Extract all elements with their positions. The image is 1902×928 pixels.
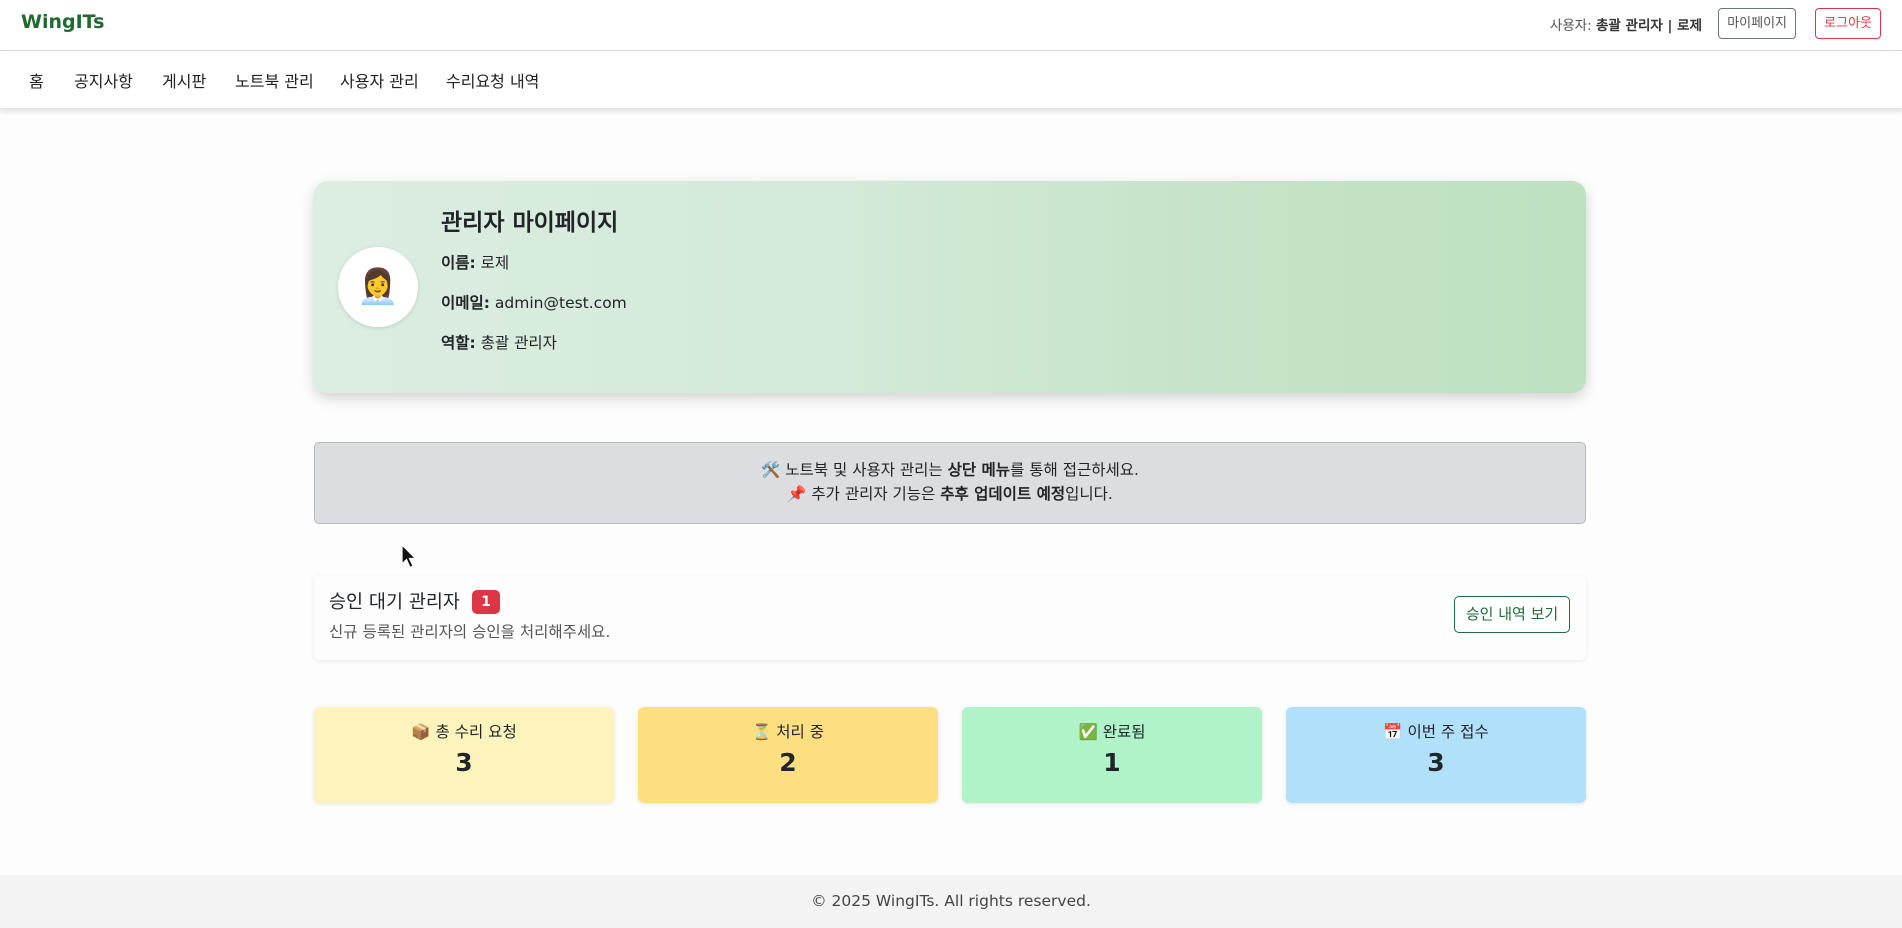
user-info: 사용자: 총괄 관리자 | 로제 (1550, 14, 1702, 34)
package-icon: 📦 (411, 723, 431, 741)
nav-item-repair-history[interactable]: 수리요청 내역 (446, 68, 539, 92)
nav-item-laptop-management[interactable]: 노트북 관리 (235, 68, 314, 92)
info-line1-text-pre: 노트북 및 사용자 관리는 (780, 461, 948, 479)
info-notice-box: 🛠️ 노트북 및 사용자 관리는 상단 메뉴를 통해 접근하세요. 📌 추가 관… (314, 442, 1586, 524)
info-line2-text-bold: 추후 업데이트 예정 (940, 485, 1066, 503)
stat-label-text: 이번 주 접수 (1407, 723, 1489, 741)
profile-email-value: admin@test.com (494, 294, 627, 312)
stat-card-in-progress: ⏳ 처리 중 2 (638, 707, 938, 803)
profile-role-row: 역할: 총괄 관리자 (441, 331, 557, 353)
admin-avatar-icon: 👩‍💼 (356, 267, 400, 307)
calendar-icon: 📅 (1383, 723, 1403, 741)
mypage-button[interactable]: 마이페이지 (1718, 8, 1796, 39)
stat-value-total: 3 (455, 748, 473, 777)
nav-item-user-management[interactable]: 사용자 관리 (340, 68, 419, 92)
approval-history-button[interactable]: 승인 내역 보기 (1454, 596, 1570, 633)
info-line1-text-bold: 상단 메뉴 (947, 461, 1011, 479)
user-info-name: 총괄 관리자 | 로제 (1596, 18, 1702, 34)
info-line1-text-post: 를 통해 접근하세요. (1010, 461, 1139, 479)
stat-card-this-week: 📅 이번 주 접수 3 (1286, 707, 1586, 803)
pending-description: 신규 등록된 관리자의 승인을 처리해주세요. (329, 623, 611, 641)
info-line2-text-pre: 추가 관리자 기능은 (806, 485, 941, 503)
pending-title: 승인 대기 관리자 (329, 592, 460, 613)
info-line-menu: 🛠️ 노트북 및 사용자 관리는 상단 메뉴를 통해 접근하세요. (315, 458, 1585, 480)
stat-value-completed: 1 (1103, 748, 1121, 777)
stat-label-in-progress: ⏳ 처리 중 (638, 720, 938, 742)
hourglass-icon: ⏳ (752, 723, 772, 741)
mouse-cursor-icon (401, 544, 417, 569)
info-line-update: 📌 추가 관리자 기능은 추후 업데이트 예정입니다. (315, 482, 1585, 504)
logout-button[interactable]: 로그아웃 (1815, 8, 1881, 39)
info-line2-text-post: 입니다. (1065, 485, 1113, 503)
brand-logo[interactable]: WingITs (21, 11, 104, 33)
nav-item-home[interactable]: 홈 (29, 68, 44, 92)
main-nav: 홈 공지사항 게시판 노트북 관리 사용자 관리 수리요청 내역 (0, 51, 1902, 109)
footer: © 2025 WingITs. All rights reserved. (0, 875, 1902, 928)
pending-count-badge: 1 (472, 590, 500, 614)
top-header: WingITs 사용자: 총괄 관리자 | 로제 마이페이지 로그아웃 (0, 0, 1902, 51)
profile-email-row: 이메일: admin@test.com (441, 291, 627, 313)
check-mark-icon: ✅ (1078, 723, 1098, 741)
user-info-prefix: 사용자: (1549, 18, 1592, 34)
stat-label-text: 총 수리 요청 (435, 723, 517, 741)
avatar: 👩‍💼 (338, 247, 418, 327)
stat-label-text: 처리 중 (776, 723, 824, 741)
profile-email-label: 이메일: (441, 294, 490, 312)
stat-card-completed: ✅ 완료됨 1 (962, 707, 1262, 803)
stat-value-in-progress: 2 (779, 748, 797, 777)
profile-role-label: 역할: (441, 334, 476, 352)
profile-name-value: 로제 (480, 254, 510, 272)
pending-admin-card: 승인 대기 관리자 1 신규 등록된 관리자의 승인을 처리해주세요. 승인 내… (314, 576, 1586, 660)
pushpin-icon: 📌 (787, 485, 807, 503)
footer-copyright: © 2025 WingITs. All rights reserved. (811, 892, 1091, 910)
nav-item-notices[interactable]: 공지사항 (74, 68, 133, 92)
page-title: 관리자 마이페이지 (441, 210, 619, 236)
nav-item-board[interactable]: 게시판 (162, 68, 206, 92)
tools-icon: 🛠️ (761, 461, 781, 479)
stat-label-this-week: 📅 이번 주 접수 (1286, 720, 1586, 742)
stat-card-total-requests: 📦 총 수리 요청 3 (314, 707, 614, 803)
admin-profile-card: 👩‍💼 관리자 마이페이지 이름: 로제 이메일: admin@test.com… (314, 181, 1586, 393)
profile-role-value: 총괄 관리자 (480, 334, 557, 352)
stat-label-text: 완료됨 (1102, 723, 1146, 741)
profile-name-label: 이름: (441, 254, 476, 272)
stat-value-this-week: 3 (1427, 748, 1445, 777)
profile-name-row: 이름: 로제 (441, 251, 509, 273)
stat-label-total: 📦 총 수리 요청 (314, 720, 614, 742)
stat-label-completed: ✅ 완료됨 (962, 720, 1262, 742)
